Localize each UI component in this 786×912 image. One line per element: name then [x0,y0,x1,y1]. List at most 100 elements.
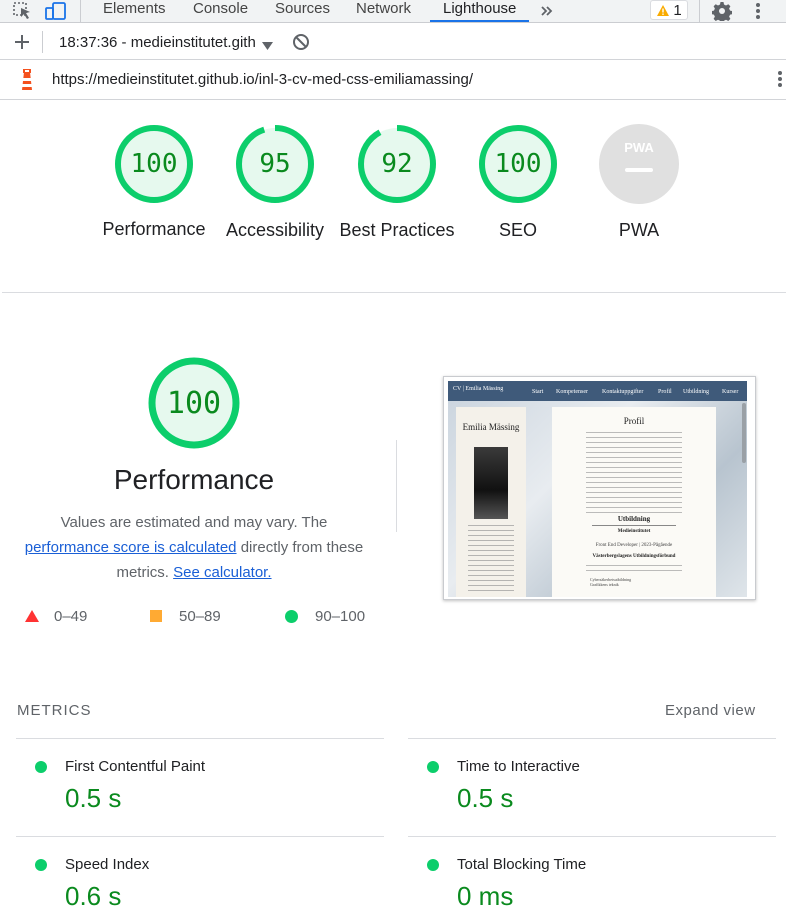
screenshot-nav-item: Profil [658,389,672,395]
metric-fcp-name: First Contentful Paint [65,758,206,775]
metric-tbt-value: 0 ms [457,881,514,911]
screenshot-text-lines [586,432,682,474]
screenshot-profile-heading: Profil [623,416,645,426]
kebab-menu-icon[interactable] [778,70,782,93]
tab-lighthouse[interactable]: Lighthouse [430,0,530,22]
toolbar-divider [80,0,81,22]
legend-range: 90–100 [315,607,366,625]
best-practices-label: Best Practices [339,220,455,240]
metric-divider [408,836,776,837]
lighthouse-toolbar: 18:37:36 - medieinstitutet.gith [0,24,786,60]
seo-score: 100 [494,149,542,179]
screenshot-text-lines [468,525,514,595]
legend-fail: 0–49 [25,606,87,626]
dropdown-arrow-icon[interactable] [262,37,273,55]
pwa-gauge[interactable]: PWA [599,124,679,204]
see-calculator-link[interactable]: See calculator. [173,564,271,581]
tab-sources[interactable]: Sources [275,0,330,22]
screenshot-education-heading: Utbildning [617,515,651,523]
screenshot-text-lines [586,565,682,575]
screenshot-nav-item: Kompetenser [556,389,588,395]
clear-icon[interactable] [292,33,310,56]
screenshot-school: Medieinstitutet [617,529,651,534]
pass-dot-icon [35,761,47,773]
triangle-icon [25,610,39,622]
metric-fcp-value: 0.5 s [65,783,122,813]
screenshot-scrollbar [742,403,746,463]
lighthouse-logo-icon [18,68,36,97]
screenshot-rule [592,525,676,526]
screenshot-nav: CV | Emilia Mässing Start Kompetenser Ko… [448,381,747,401]
inspect-element-icon[interactable] [12,0,34,22]
tab-elements[interactable]: Elements [103,0,166,22]
warning-count: 1 [673,1,682,19]
legend-average: 50–89 [150,606,221,626]
score-calculated-link[interactable]: performance score is calculated [25,539,237,556]
pwa-badge-text: PWA [624,140,654,155]
page-url: https://medieinstitutet.github.io/inl-3-… [52,71,473,88]
section-divider [2,292,786,293]
screenshot-course: Grafikkens teknik [590,582,619,587]
metric-tti-name: Time to Interactive [457,758,580,775]
performance-score: 100 [130,149,178,179]
plus-icon[interactable] [12,32,32,57]
screenshot-nav-item: Kontaktuppgifter [602,389,644,395]
accessibility-label: Accessibility [225,220,325,240]
double-chevron-right-icon[interactable] [538,0,556,22]
screenshot-name: Emilia Mässing [462,422,520,432]
performance-gauge[interactable]: 100 [114,124,194,204]
performance-title: Performance [113,464,275,495]
tab-network[interactable]: Network [356,0,411,22]
legend-pass: 90–100 [285,606,365,626]
legend-range: 50–89 [179,607,221,625]
performance-big-score: 100 [166,385,222,421]
gear-icon[interactable] [711,0,733,22]
screenshot-course-list: Cybersäkerhetsutbildning Grafikkens tekn… [590,577,700,587]
screenshot-portrait [474,447,508,519]
square-icon [150,610,162,622]
metric-divider [16,836,384,837]
screenshot-sidebar: Emilia Mässing [456,407,526,597]
devtools-tab-bar: Elements Console Sources Network Lightho… [0,0,786,23]
best-practices-gauge[interactable]: 92 [357,124,437,204]
desc-text: Values are estimated and may vary. The [60,514,328,531]
report-selector[interactable]: 18:37:36 - medieinstitutet.gith [59,34,259,51]
pwa-label: PWA [618,220,660,240]
seo-gauge[interactable]: 100 [478,124,558,204]
tab-console[interactable]: Console [193,0,248,22]
performance-big-gauge: 100 [148,357,240,449]
pass-dot-icon [35,859,47,871]
performance-description: Values are estimated and may vary. The p… [14,510,374,585]
metrics-header: METRICS [17,702,92,719]
screenshot-main: Profil Utbildning Medieinstitutet Front … [552,407,716,597]
metric-tbt-name: Total Blocking Time [457,856,587,873]
screenshot-nav-item: Utbildning [683,389,710,395]
screenshot-nav-item: Kurser [722,389,739,395]
screenshot-program: Front End Developer | 2023-Pågående [595,543,673,548]
metric-tti-value: 0.5 s [457,783,514,813]
report-url-bar: https://medieinstitutet.github.io/inl-3-… [0,60,786,100]
metric-divider [16,738,384,739]
device-toolbar-icon[interactable] [44,0,68,22]
pass-dot-icon [427,761,439,773]
metric-divider [408,738,776,739]
toolbar-divider [699,0,700,22]
vertical-divider [396,440,397,532]
circle-icon [285,609,298,623]
screenshot-text-lines [586,477,682,517]
kebab-menu-icon[interactable] [750,0,766,22]
warning-icon [657,4,670,16]
legend-range: 0–49 [54,607,88,625]
expand-view-button[interactable]: Expand view [665,702,756,719]
screenshot-page: CV | Emilia Mässing Start Kompetenser Ko… [448,381,747,597]
warnings-badge[interactable]: 1 [650,0,688,20]
metric-si-name: Speed Index [65,856,150,873]
screenshot-school2: Västerbergslagens Utbildningsförbund [592,554,676,559]
screenshot-nav-item: Start [532,389,544,395]
accessibility-score: 95 [259,149,291,179]
accessibility-gauge[interactable]: 95 [235,124,315,204]
metric-si-value: 0.6 s [65,881,122,911]
toolbar-divider [42,31,43,53]
seo-label: SEO [498,220,537,240]
final-screenshot[interactable]: CV | Emilia Mässing Start Kompetenser Ko… [443,376,756,600]
